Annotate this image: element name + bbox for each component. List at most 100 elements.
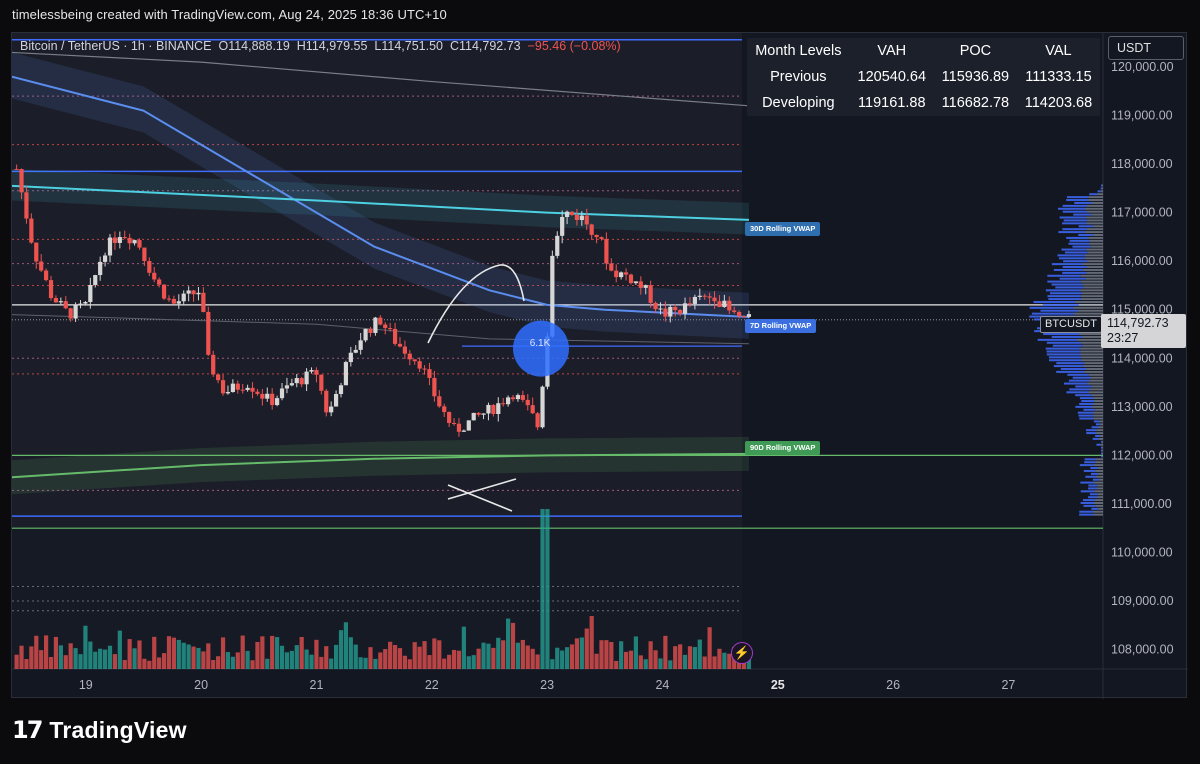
volume-bar xyxy=(692,647,697,669)
volume-bar xyxy=(663,635,668,669)
candle-body xyxy=(220,380,226,394)
volume-profile-bar xyxy=(1058,231,1086,234)
volume-profile-bar xyxy=(1080,280,1103,283)
brand-name: TradingView xyxy=(49,716,187,743)
volume-bar xyxy=(678,644,683,669)
volume-profile-bar xyxy=(1102,187,1103,190)
volume-bar xyxy=(93,651,98,669)
volume-bar xyxy=(712,656,717,669)
volume-bar xyxy=(319,656,324,669)
volume-profile-bar xyxy=(1088,199,1103,202)
table-row: Developing 119161.88 116682.78 114203.68 xyxy=(747,90,1100,116)
volume-profile-bar xyxy=(1093,397,1103,400)
volume-profile-bar xyxy=(1093,233,1103,236)
candle-body xyxy=(152,272,157,280)
candle-body xyxy=(589,224,594,235)
volume-profile-bar xyxy=(1082,263,1103,266)
volume-bar xyxy=(107,645,113,669)
volume-bar xyxy=(314,639,319,669)
volume-profile-bar xyxy=(1089,388,1103,391)
volume-bar xyxy=(211,660,216,669)
volume-profile-bar xyxy=(1095,504,1103,507)
volume-profile-bar xyxy=(1091,213,1103,216)
volume-bar xyxy=(206,643,211,669)
volume-profile-bar xyxy=(1083,408,1096,411)
volume-bar xyxy=(491,647,496,669)
volume-profile-bar xyxy=(1100,190,1103,193)
volume-bar xyxy=(658,658,663,669)
volume-profile-bar xyxy=(1090,376,1103,379)
price-chart[interactable]: 120,000.00 119,000.00 118,000.00 117,000.00… xyxy=(12,33,1188,699)
candle-body xyxy=(427,369,432,378)
volume-profile-bar xyxy=(1102,440,1103,443)
volume-bar xyxy=(687,646,693,669)
volume-profile-bar xyxy=(1079,402,1094,405)
volume-bar xyxy=(275,637,280,669)
volume-profile-bar xyxy=(1083,286,1103,289)
volume-bar xyxy=(722,652,727,669)
volume-profile-bar xyxy=(1085,475,1096,478)
candle-body xyxy=(127,237,132,244)
x-tick-label: 19 xyxy=(79,678,93,692)
volume-profile-bar xyxy=(1090,245,1103,248)
candle-body xyxy=(397,343,403,347)
volume-profile-bar xyxy=(1094,400,1103,403)
volume-profile-bar xyxy=(1059,277,1086,280)
candle-body xyxy=(196,292,201,295)
volume-profile-bar xyxy=(1097,190,1101,193)
candle-body xyxy=(353,349,358,353)
candle-body xyxy=(161,284,167,299)
candle-body xyxy=(112,237,118,243)
volume-bar xyxy=(515,642,521,669)
volume-bar xyxy=(432,638,437,669)
y-tick-label: 120,000.00 xyxy=(1111,60,1174,74)
y-tick-label: 113,000.00 xyxy=(1111,400,1173,414)
candle-body xyxy=(584,215,589,225)
volume-bar xyxy=(594,653,599,669)
volume-profile-bar xyxy=(1079,513,1094,516)
volume-profile-bar xyxy=(1101,452,1103,455)
candle-body xyxy=(181,293,186,302)
candle-body xyxy=(422,368,427,370)
volume-bar xyxy=(476,648,481,669)
header-month-levels: Month Levels xyxy=(755,43,842,59)
volume-bar xyxy=(68,643,73,669)
candle-body xyxy=(319,374,324,391)
symbol-legend[interactable]: Bitcoin / TetherUS · 1h · BINANCE O114,8… xyxy=(20,39,621,53)
volume-bar xyxy=(309,654,314,669)
lightning-icon[interactable]: ⚡ xyxy=(731,642,753,664)
volume-profile-bar xyxy=(1048,298,1082,301)
candle-body xyxy=(687,303,693,305)
candle-body xyxy=(412,359,417,362)
volume-bar xyxy=(412,642,417,669)
volume-profile-bar xyxy=(1085,277,1103,280)
candle-body xyxy=(186,290,191,294)
volume-bar xyxy=(506,618,511,669)
volume-bar xyxy=(520,639,525,669)
currency-selector[interactable]: USDT xyxy=(1108,36,1184,60)
volume-profile-bar xyxy=(1101,440,1103,443)
volume-bar xyxy=(442,658,447,669)
volume-bar xyxy=(471,655,476,669)
volume-bar xyxy=(63,655,68,669)
candle-body xyxy=(579,215,584,221)
volume-profile-bar xyxy=(1060,367,1087,370)
volume-profile-bar xyxy=(1053,365,1084,368)
volume-profile-bar xyxy=(1051,283,1083,286)
volume-profile-bar xyxy=(1095,469,1103,472)
volume-bar xyxy=(235,652,240,669)
volume-profile-bar xyxy=(1093,402,1103,405)
volume-profile-bar xyxy=(1085,429,1097,432)
candle-body xyxy=(388,328,393,330)
candle-body xyxy=(663,308,668,317)
volume-bar xyxy=(73,648,78,669)
volume-profile-bar xyxy=(1081,356,1103,359)
candle-body xyxy=(338,385,344,395)
x-tick-label: 27 xyxy=(1001,678,1015,692)
header-vah: VAH xyxy=(877,43,907,59)
volume-bar xyxy=(299,637,304,669)
last-price: 114,792.73 xyxy=(1107,316,1169,330)
candle-body xyxy=(623,272,629,275)
volume-bar xyxy=(501,640,506,669)
volume-profile-bar xyxy=(1088,487,1098,490)
